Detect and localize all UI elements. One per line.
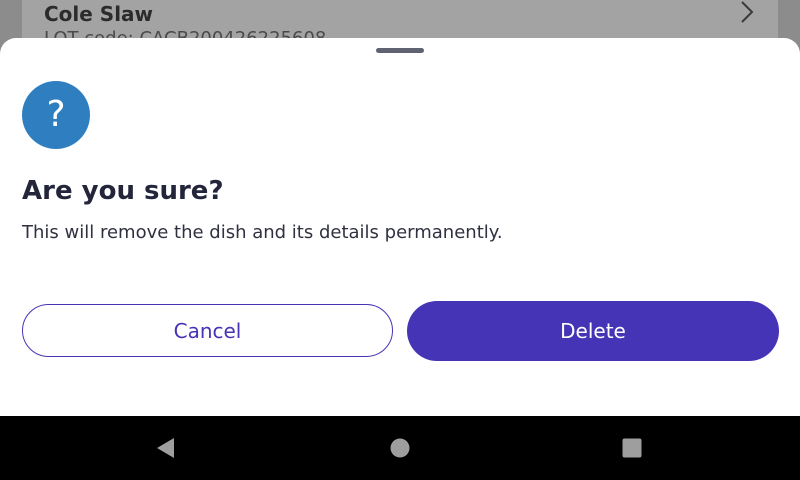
- dialog-title: Are you sure?: [22, 176, 224, 206]
- question-mark-glyph: ?: [46, 94, 66, 135]
- confirm-delete-bottom-sheet: ? Are you sure? This will remove the dis…: [0, 38, 800, 416]
- question-mark-icon: ?: [22, 81, 90, 149]
- cancel-button[interactable]: Cancel: [22, 304, 393, 357]
- delete-button[interactable]: Delete: [407, 301, 779, 361]
- home-icon[interactable]: [388, 436, 412, 460]
- back-icon[interactable]: [154, 436, 178, 460]
- screen: Cole Slaw LOT code: CACB200426225608 ? A…: [0, 0, 800, 480]
- dialog-message: This will remove the dish and its detail…: [22, 222, 503, 243]
- chevron-right-icon: [741, 1, 754, 23]
- drag-handle[interactable]: [376, 48, 424, 53]
- list-item-title: Cole Slaw: [44, 2, 154, 26]
- recents-icon[interactable]: [620, 436, 644, 460]
- system-navigation-bar: [0, 416, 800, 480]
